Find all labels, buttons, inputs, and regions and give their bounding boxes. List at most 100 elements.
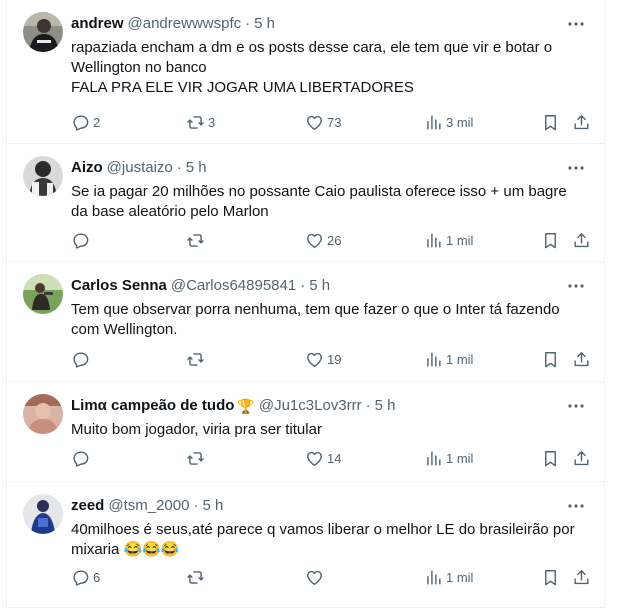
bookmark-icon: [545, 114, 556, 130]
bookmark-icon: [545, 569, 556, 585]
share-button[interactable]: [572, 229, 591, 251]
reply-icon: [73, 232, 89, 249]
bookmark-button[interactable]: [541, 348, 560, 370]
share-icon: [574, 450, 589, 465]
tweet-header: Aizo @justaizo · 5 h: [71, 158, 207, 178]
reply-button[interactable]: [71, 348, 93, 370]
user-handle[interactable]: @tsm_2000: [108, 496, 189, 516]
share-button[interactable]: [572, 111, 591, 133]
reply-button[interactable]: [71, 229, 93, 251]
retweet-icon: [187, 233, 204, 247]
share-button[interactable]: [572, 348, 591, 370]
tweet-text: rapaziada encham a dm e os posts desse c…: [71, 39, 553, 96]
separator-dot: ·: [245, 15, 251, 32]
tweet-header: andrew @andrewwwspfc · 5 h: [71, 14, 275, 34]
reply-count: 2: [93, 114, 101, 130]
separator-dot: ·: [300, 277, 306, 294]
reply-button[interactable]: [71, 447, 93, 469]
reply-feed: andrew @andrewwwspfc · 5 h rapaziada enc…: [6, 0, 605, 608]
user-handle[interactable]: @andrewwwspfc: [128, 14, 242, 34]
views-button[interactable]: 1 mil: [424, 229, 473, 251]
bookmark-icon: [545, 351, 556, 367]
tweet-header: zeed @tsm_2000 · 5 h: [71, 496, 223, 516]
more-icon[interactable]: [566, 496, 586, 516]
timestamp[interactable]: 5 h: [309, 276, 330, 296]
views-icon: [427, 450, 441, 466]
like-button[interactable]: [305, 566, 327, 588]
tweet-text: Tem que observar porra nenhuma, tem que …: [71, 301, 560, 338]
avatar[interactable]: [23, 274, 63, 314]
like-button[interactable]: 26: [305, 229, 341, 251]
avatar[interactable]: [23, 494, 63, 534]
like-button[interactable]: 19: [305, 348, 341, 370]
share-button[interactable]: [572, 566, 591, 588]
reply-button[interactable]: 6: [71, 566, 100, 588]
views-icon: [427, 569, 441, 585]
views-icon: [427, 114, 441, 130]
avatar[interactable]: [23, 156, 63, 196]
views-button[interactable]: 1 mil: [424, 566, 473, 588]
more-icon[interactable]: [566, 158, 586, 178]
reply-button[interactable]: 2: [71, 111, 100, 133]
user-handle[interactable]: @Carlos64895841: [171, 276, 296, 296]
retweet-count: 3: [208, 114, 216, 130]
retweet-button[interactable]: [186, 447, 208, 469]
like-button[interactable]: 73: [305, 111, 341, 133]
user-handle[interactable]: @Ju1c3Lov3rrr: [259, 396, 362, 416]
more-icon[interactable]: [566, 396, 586, 416]
avatar[interactable]: [23, 12, 63, 52]
timestamp[interactable]: 5 h: [375, 396, 396, 416]
timestamp[interactable]: 5 h: [186, 158, 207, 178]
bookmark-button[interactable]: [541, 229, 560, 251]
bookmark-icon: [545, 450, 556, 466]
display-name[interactable]: andrew: [71, 14, 124, 34]
tweet[interactable]: Carlos Senna @Carlos64895841 · 5 h Tem q…: [7, 262, 604, 382]
like-icon: [307, 451, 322, 466]
timestamp[interactable]: 5 h: [254, 14, 275, 34]
retweet-button[interactable]: [186, 566, 208, 588]
views-button[interactable]: 1 mil: [424, 348, 473, 370]
share-button[interactable]: [572, 447, 591, 469]
tweet[interactable]: andrew @andrewwwspfc · 5 h rapaziada enc…: [7, 0, 604, 144]
bookmark-button[interactable]: [541, 566, 560, 588]
avatar[interactable]: [23, 394, 63, 434]
retweet-button[interactable]: 3: [186, 111, 215, 133]
retweet-button[interactable]: [186, 348, 208, 370]
tweet-actions: 26 1 mil: [71, 229, 594, 251]
more-icon[interactable]: [566, 14, 586, 34]
tweet-text: Se ia pagar 20 milhões no possante Caio …: [71, 183, 567, 220]
separator-dot: ·: [176, 159, 182, 176]
like-icon: [307, 233, 322, 248]
tweet-text: Muito bom jogador, viria pra ser titular: [71, 421, 322, 438]
like-icon: [307, 115, 322, 130]
tweet[interactable]: Limα campeão de tudo 🏆 @Ju1c3Lov3rrr · 5…: [7, 382, 604, 482]
like-button[interactable]: 14: [305, 447, 341, 469]
like-icon: [307, 570, 322, 585]
display-name[interactable]: Limα campeão de tudo: [71, 396, 234, 416]
views-icon: [427, 232, 441, 248]
retweet-icon: [187, 451, 204, 465]
tweet[interactable]: zeed @tsm_2000 · 5 h 40milhoes é seus,at…: [7, 482, 604, 608]
display-name[interactable]: zeed: [71, 496, 104, 516]
user-handle[interactable]: @justaizo: [107, 158, 173, 178]
share-icon: [574, 351, 589, 366]
view-count: 3 mil: [446, 114, 474, 130]
share-icon: [574, 569, 589, 584]
reply-icon: [73, 450, 89, 467]
views-button[interactable]: 1 mil: [424, 447, 473, 469]
display-name[interactable]: Carlos Senna: [71, 276, 167, 296]
more-icon[interactable]: [566, 276, 586, 296]
like-count: 19: [327, 351, 342, 367]
retweet-button[interactable]: [186, 229, 208, 251]
like-count: 73: [327, 114, 342, 130]
like-count: 26: [327, 232, 342, 248]
view-count: 1 mil: [446, 232, 474, 248]
like-icon: [307, 352, 322, 367]
views-button[interactable]: 3 mil: [424, 111, 473, 133]
bookmark-button[interactable]: [541, 447, 560, 469]
display-name[interactable]: Aizo: [71, 158, 103, 178]
timestamp[interactable]: 5 h: [202, 496, 223, 516]
bookmark-button[interactable]: [541, 111, 560, 133]
tweet[interactable]: Aizo @justaizo · 5 h Se ia pagar 20 milh…: [7, 144, 604, 262]
view-count: 1 mil: [446, 351, 474, 367]
